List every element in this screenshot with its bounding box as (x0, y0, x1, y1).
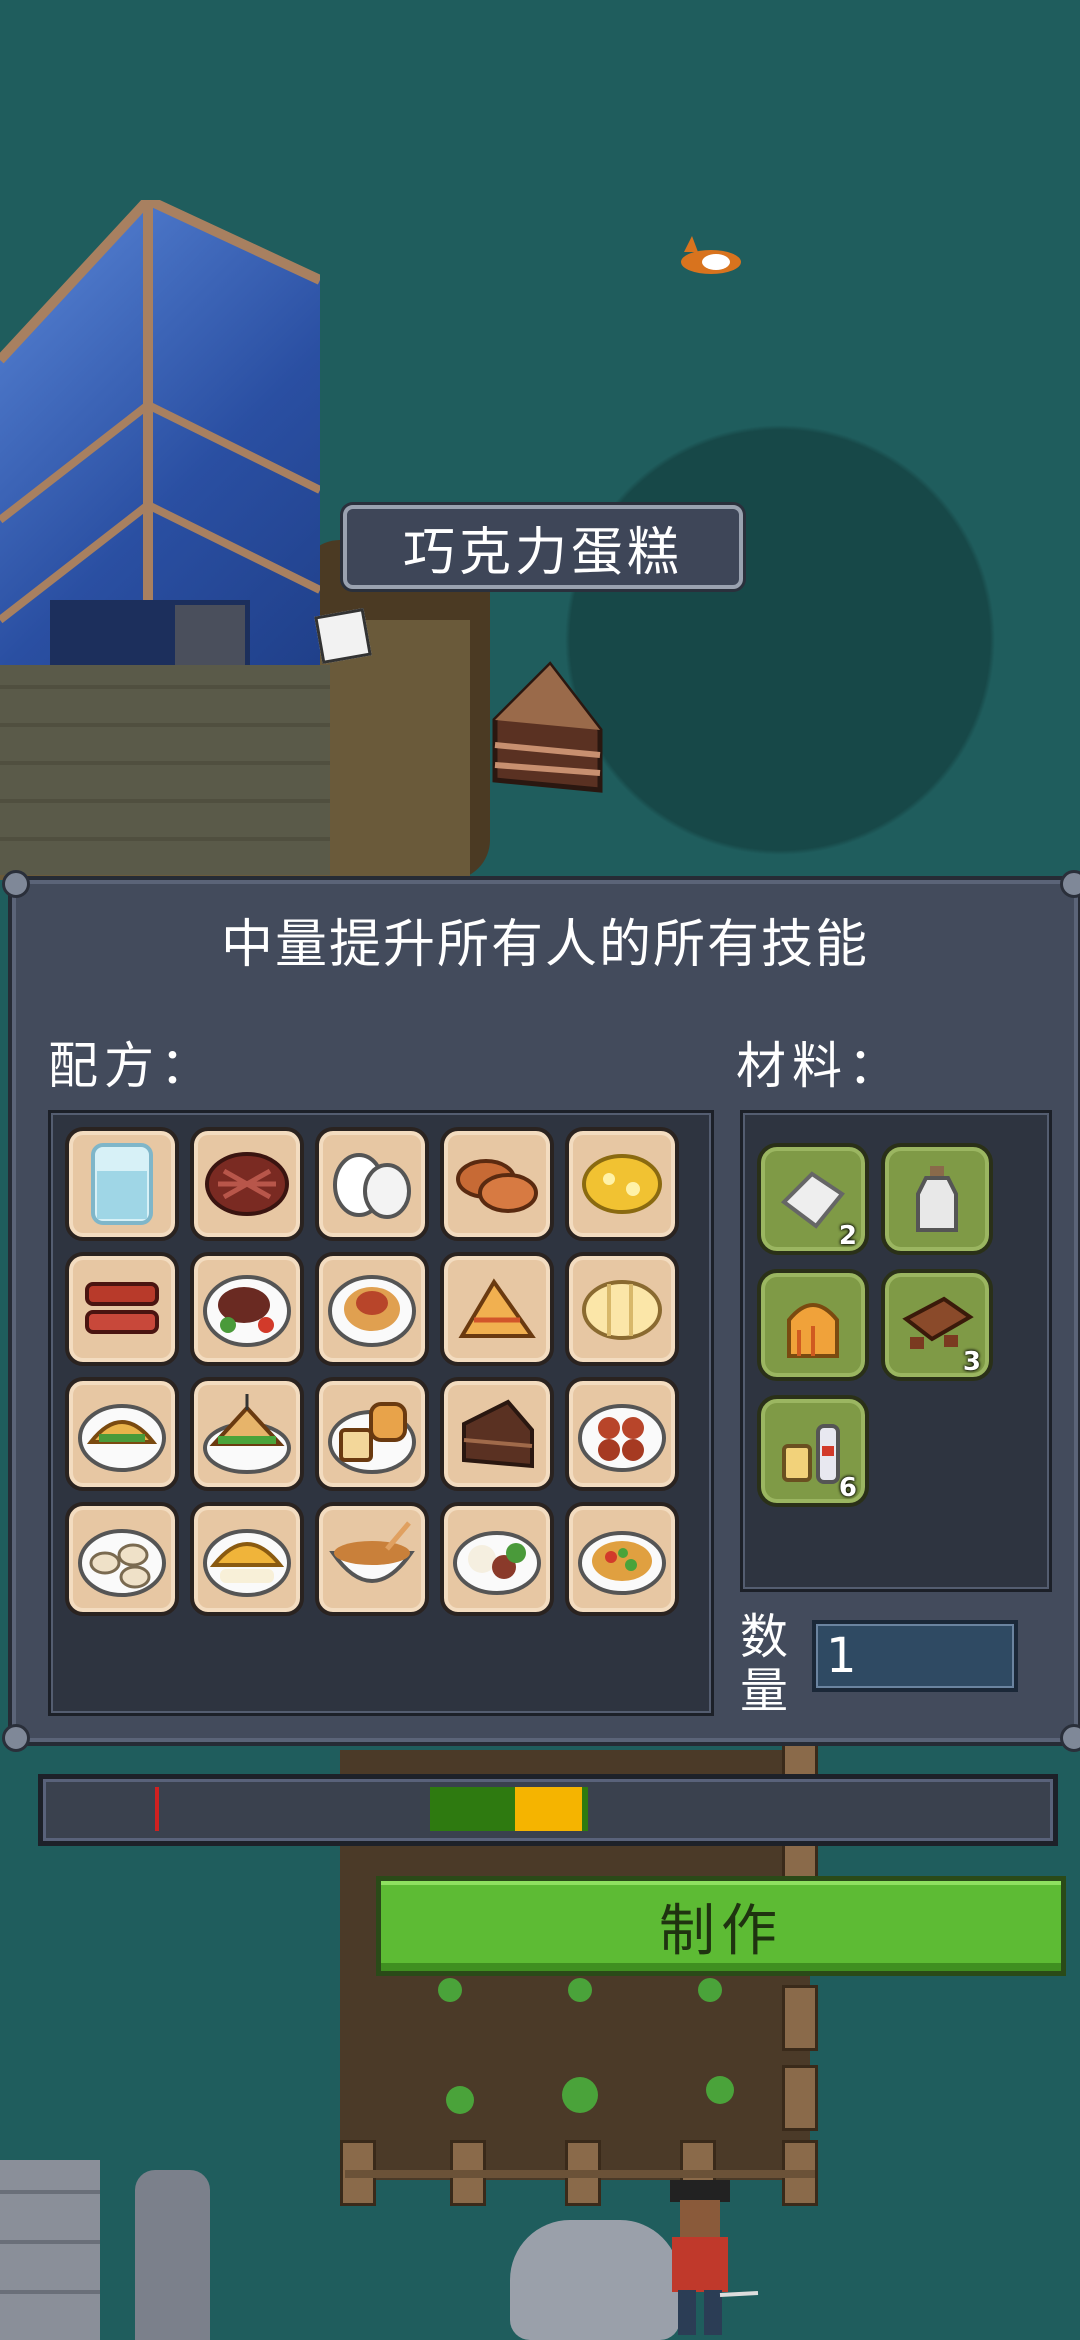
recipe-steak-plate[interactable] (190, 1252, 304, 1366)
recipe-bread-plate[interactable] (315, 1377, 429, 1491)
bacon-icon (85, 1282, 159, 1334)
dumplings-plate-icon (78, 1529, 166, 1597)
recipe-steak[interactable] (190, 1127, 304, 1241)
material-oil-and-condiments[interactable]: 6 (757, 1395, 869, 1507)
meatballs-plate-icon (578, 1404, 666, 1472)
paper-item (314, 608, 372, 664)
recipe-bacon[interactable] (65, 1252, 179, 1366)
recipe-dumplings-plate[interactable] (65, 1502, 179, 1616)
material-count: 6 (838, 1473, 857, 1503)
material-count: 3 (962, 1347, 981, 1377)
toast-slices-icon (458, 1278, 536, 1338)
bread-plate-icon (328, 1402, 416, 1474)
stone-floor (0, 665, 330, 875)
cheese-icon (582, 1280, 662, 1340)
crafting-panel: 中量提升所有人的所有技能 配方： 材料： 2 3 6 数 量 1 (2, 870, 1080, 1752)
oil-and-condiments-icon (782, 1424, 840, 1484)
recipe-rice-plate[interactable] (440, 1502, 554, 1616)
quantity-input[interactable] (812, 1620, 1018, 1692)
material-count: 2 (838, 1221, 857, 1251)
recipe-omelette-plate[interactable] (190, 1502, 304, 1616)
pasta-plate-icon (328, 1275, 416, 1347)
recipe-toast-slices[interactable] (440, 1252, 554, 1366)
chocolate-cake-icon (462, 1399, 534, 1469)
chocolate-bar-icon (902, 1296, 974, 1349)
omelette-plate-icon (203, 1529, 291, 1597)
panel-corner (2, 870, 30, 898)
salad-plate-icon (578, 1531, 666, 1595)
quantity-label-line: 量 (740, 1663, 789, 1719)
tent-frame (0, 200, 320, 665)
milk-bottle-icon (916, 1166, 958, 1232)
recipe-eggs[interactable] (315, 1127, 429, 1241)
materials-label: 材料： (736, 1037, 904, 1095)
item-name-tooltip: 巧克力蛋糕 (343, 505, 743, 589)
panel-corner (1060, 870, 1080, 898)
recipe-glass-of-water[interactable] (65, 1127, 179, 1241)
sugar-icon (787, 1303, 839, 1358)
material-sugar[interactable] (757, 1269, 869, 1381)
recipe-grid (48, 1110, 714, 1716)
fence-post (782, 1985, 818, 2051)
materials-grid: 2 3 6 (740, 1110, 1052, 1592)
material-chocolate-bar[interactable]: 3 (881, 1269, 993, 1381)
recipe-chocolate-cake[interactable] (440, 1377, 554, 1491)
recipe-pasta-plate[interactable] (315, 1252, 429, 1366)
stone-pillar (135, 2170, 210, 2340)
quantity-label-line: 数 (740, 1609, 789, 1665)
rice-plate-icon (453, 1531, 541, 1595)
recipe-sandwich-plate[interactable] (190, 1377, 304, 1491)
chocolate-cake-icon (492, 661, 603, 793)
material-flour-bag[interactable]: 2 (757, 1143, 869, 1255)
recipes-label: 配方： (48, 1037, 216, 1095)
recipe-bread-loaves[interactable] (440, 1127, 554, 1241)
perfect-zone (515, 1787, 582, 1831)
glass-of-water-icon (91, 1143, 153, 1225)
craft-button[interactable]: 制作 (376, 1876, 1066, 1976)
bread-loaves-icon (456, 1159, 538, 1213)
crops (438, 1978, 734, 2114)
stone-wall (0, 2160, 100, 2340)
material-milk-bottle[interactable] (881, 1143, 993, 1255)
noodle-bowl-icon (329, 1521, 415, 1583)
recipe-meatballs-plate[interactable] (565, 1377, 679, 1491)
flour-bag-icon (780, 1171, 845, 1229)
fox-sprite (681, 236, 741, 274)
panel-corner (1060, 1724, 1080, 1752)
quantity-label: 数 量 (740, 1610, 800, 1718)
taco-plate-icon (78, 1404, 166, 1472)
steak-icon (205, 1152, 289, 1216)
recipe-taco-plate[interactable] (65, 1377, 179, 1491)
player-character (670, 2180, 759, 2335)
recipe-scrambled-eggs[interactable] (565, 1127, 679, 1241)
recipe-noodle-bowl[interactable] (315, 1502, 429, 1616)
timing-marker (155, 1787, 159, 1831)
timing-bar[interactable] (38, 1774, 1058, 1846)
eggs-icon (333, 1153, 411, 1219)
recipe-cheese[interactable] (565, 1252, 679, 1366)
fence-post (782, 2065, 818, 2131)
recipe-salad-plate[interactable] (565, 1502, 679, 1616)
item-description: 中量提升所有人的所有技能 (220, 915, 869, 975)
panel-corner (2, 1724, 30, 1752)
sandwich-plate-icon (203, 1394, 291, 1474)
scrambled-eggs-icon (582, 1154, 662, 1214)
steak-plate-icon (203, 1275, 291, 1347)
